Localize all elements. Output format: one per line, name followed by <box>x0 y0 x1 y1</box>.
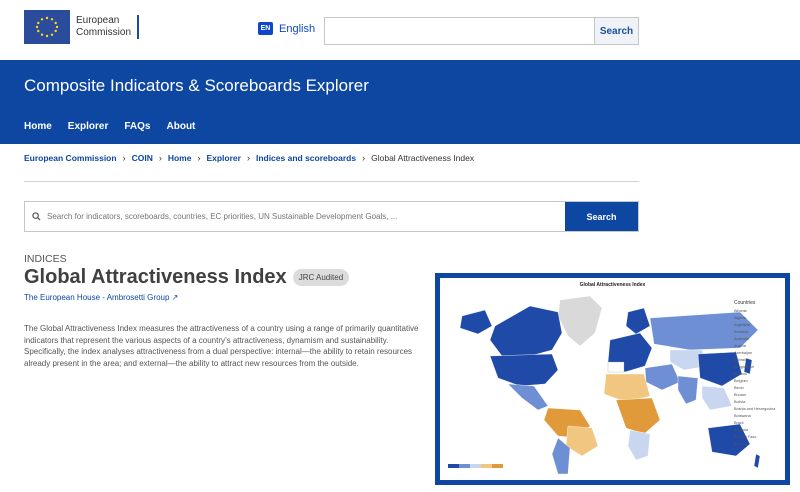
map-country-item[interactable]: Belgium <box>734 378 775 385</box>
main-nav: Home Explorer FAQs About <box>24 121 211 132</box>
nav-home[interactable]: Home <box>24 121 52 132</box>
map-country-item[interactable]: Bosnia and Herzegovina <box>734 406 775 413</box>
nav-explorer[interactable]: Explorer <box>68 121 109 132</box>
search-icon <box>25 202 47 231</box>
map-country-item[interactable]: Bhutan <box>734 392 775 399</box>
map-country-item[interactable]: Australia <box>734 336 775 343</box>
map-country-item[interactable]: Bahrain <box>734 357 775 364</box>
title-row: Global Attractiveness Index JRC Audited <box>24 266 350 289</box>
explorer-search: Search <box>24 201 639 232</box>
chevron-right-icon: › <box>246 153 250 163</box>
map-country-item[interactable]: Burkina Faso <box>734 434 775 441</box>
map-region-canada <box>489 305 563 357</box>
map-region-india <box>677 375 699 405</box>
breadcrumb-home[interactable]: Home <box>168 153 192 163</box>
map-region-scandinavia <box>625 307 651 335</box>
map-country-item[interactable]: Bulgaria <box>734 427 775 434</box>
logo-line-2: Commission <box>76 27 132 38</box>
logo-line-1: European <box>76 15 120 26</box>
map-legend-title: Countries <box>734 300 756 306</box>
chevron-right-icon: › <box>362 153 366 163</box>
map-region-greenland <box>557 295 603 347</box>
map-country-item[interactable]: Argentina <box>734 322 775 329</box>
map-country-item[interactable]: Belarus <box>734 371 775 378</box>
breadcrumb-indices[interactable]: Indices and scoreboards <box>256 153 356 163</box>
language-selector[interactable]: EN English <box>258 22 315 35</box>
breadcrumb-coin[interactable]: COIN <box>132 153 153 163</box>
map-region-mexico <box>507 383 549 411</box>
ec-logo[interactable]: European Commission <box>24 10 140 44</box>
language-code-icon: EN <box>258 22 273 35</box>
map-region-new-zealand <box>753 453 761 469</box>
scale-swatch <box>459 464 470 468</box>
scale-swatch <box>470 464 481 468</box>
explorer-search-button[interactable]: Search <box>565 202 638 231</box>
map-country-item[interactable]: Benin <box>734 385 775 392</box>
breadcrumb: European Commission › COIN › Home › Expl… <box>24 153 474 163</box>
map-country-item[interactable]: Brazil <box>734 420 775 427</box>
external-link-icon: ↗ <box>171 293 179 302</box>
map-region-brazil <box>565 425 599 457</box>
map-region-usa <box>489 353 559 387</box>
map-country-item[interactable]: Botswana <box>734 413 775 420</box>
map-region-alaska <box>459 309 493 335</box>
map-region-north-africa <box>603 373 651 403</box>
chevron-right-icon: › <box>158 153 162 163</box>
map-country-item[interactable]: Algeria <box>734 315 775 322</box>
map-region-central-africa <box>615 397 661 435</box>
map-country-item[interactable]: Armenia <box>734 329 775 336</box>
site-search-button[interactable]: Search <box>594 18 638 44</box>
organization-link[interactable]: The European House - Ambrosetti Group ↗ <box>24 293 178 302</box>
site-banner: Composite Indicators & Scoreboards Explo… <box>0 60 800 144</box>
chevron-right-icon: › <box>197 153 201 163</box>
map-tooltip <box>607 361 625 373</box>
site-search-input[interactable] <box>325 18 594 44</box>
scale-swatch <box>481 464 492 468</box>
top-bar: European Commission EN English Search <box>0 0 800 60</box>
eu-flag-icon <box>24 10 70 44</box>
map-region-southern-africa <box>627 429 651 461</box>
section-eyebrow: INDICES <box>24 253 67 265</box>
breadcrumb-explorer[interactable]: Explorer <box>206 153 241 163</box>
world-map-card: Global Attractiveness Index Countries Al… <box>435 273 790 485</box>
logo-text: European Commission <box>76 15 140 39</box>
site-title: Composite Indicators & Scoreboards Explo… <box>24 76 369 95</box>
explorer-search-input[interactable] <box>47 202 565 231</box>
divider <box>24 181 639 182</box>
map-country-item[interactable]: Austria <box>734 343 775 350</box>
map-country-list[interactable]: Albania Algeria Argentina Armenia Austra… <box>734 308 775 448</box>
map-title: Global Attractiveness Index <box>579 282 646 288</box>
breadcrumb-european-commission[interactable]: European Commission <box>24 153 117 163</box>
map-country-item[interactable]: Albania <box>734 308 775 315</box>
index-description: The Global Attractiveness Index measures… <box>24 324 419 368</box>
scale-swatch <box>492 464 503 468</box>
audit-badge: JRC Audited <box>292 269 350 286</box>
map-country-item[interactable]: Bolivia <box>734 399 775 406</box>
nav-about[interactable]: About <box>167 121 196 132</box>
map-country-item[interactable]: Bangladesh <box>734 364 775 371</box>
map-color-scale <box>448 464 503 468</box>
language-label: English <box>279 22 316 35</box>
map-country-item[interactable]: Azerbaijan <box>734 350 775 357</box>
page-title: Global Attractiveness Index <box>24 266 287 288</box>
organization-name: The European House - Ambrosetti Group <box>24 293 170 302</box>
site-search: Search <box>324 17 639 45</box>
scale-swatch <box>448 464 459 468</box>
nav-faqs[interactable]: FAQs <box>124 121 150 132</box>
map-country-item[interactable]: Burundi <box>734 441 775 448</box>
map-region-middle-east <box>644 363 681 391</box>
breadcrumb-current: Global Attractiveness Index <box>371 153 475 163</box>
chevron-right-icon: › <box>122 153 126 163</box>
map-region-southeast-asia <box>701 385 733 411</box>
